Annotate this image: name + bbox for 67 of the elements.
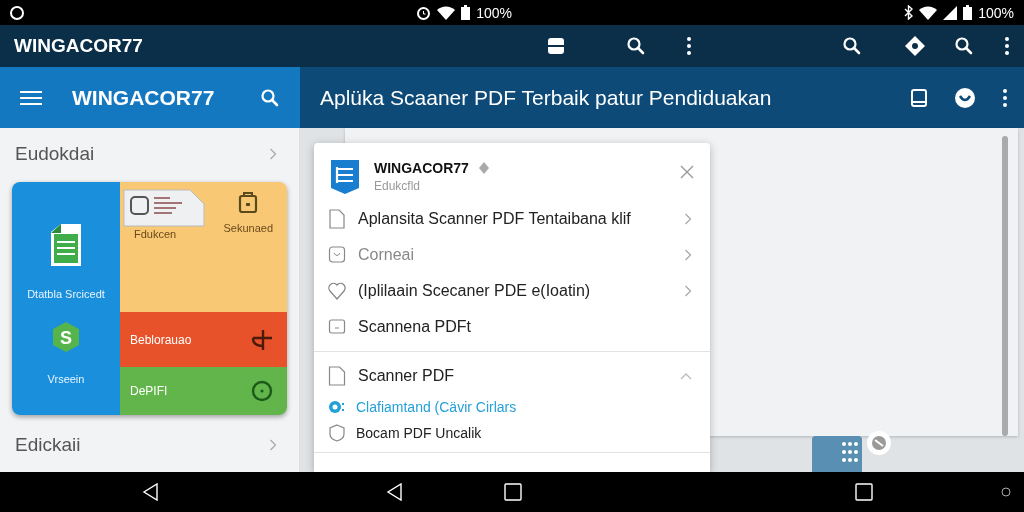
dialog-subtitle: Edukcfld: [374, 178, 422, 193]
alarm-icon: [416, 5, 432, 20]
card-icon[interactable]: [546, 36, 566, 56]
tile[interactable]: Fdukcen Sekunaed: [120, 182, 287, 312]
battery-icon: [461, 5, 471, 20]
menu-item[interactable]: Aplansita Scanner PDF Tentaibana klif: [314, 201, 710, 237]
shield-icon: [328, 424, 346, 442]
section-header[interactable]: Scanner PDF: [314, 358, 710, 394]
more-icon[interactable]: [1002, 87, 1008, 108]
tile-label: Vrseein: [47, 372, 85, 385]
more-icon[interactable]: [1004, 36, 1010, 56]
tile-label: Beblorauao: [130, 332, 192, 347]
dollar-icon: S: [51, 320, 81, 353]
signal-icon: [943, 5, 958, 20]
chevron-icon: [684, 213, 692, 225]
chevron-icon: [269, 148, 277, 160]
page-title: Aplüka Scaaner PDF Terbaik patur Pendiduakan: [320, 85, 773, 110]
scrollbar[interactable]: [1002, 136, 1008, 436]
diamond-icon[interactable]: [904, 35, 926, 57]
document-icon: [328, 209, 346, 229]
menu-icon[interactable]: [20, 89, 42, 106]
overview-icon[interactable]: [855, 483, 873, 501]
search-icon[interactable]: [842, 36, 862, 56]
battery-reading: 100%: [476, 4, 512, 21]
chevron-icon: [269, 439, 277, 451]
back-icon[interactable]: [386, 483, 404, 501]
home-icon[interactable]: [1001, 487, 1011, 497]
tile-label: Fdukcen: [134, 228, 177, 240]
back-icon[interactable]: [142, 483, 160, 501]
tile-label: DePIFI: [130, 384, 168, 398]
sidebar-item[interactable]: Eudokdai: [12, 130, 287, 178]
document-icon: [328, 366, 346, 386]
menu-item[interactable]: (Iplilaain Scecaner PDE e(Ioatin): [314, 273, 710, 309]
submenu-item[interactable]: Bocam PDF Uncalik: [314, 420, 710, 446]
toggle-icon: [328, 400, 346, 414]
folder-icon: [238, 192, 259, 214]
battery-reading: 100%: [978, 4, 1014, 21]
wifi-icon: [437, 5, 456, 20]
app-title: WINGACOR77: [14, 35, 143, 57]
clock-icon: [251, 380, 273, 402]
drawer-title: WINGACOR77: [72, 85, 216, 110]
book-icon[interactable]: [910, 87, 928, 108]
menu-item[interactable]: Scannena PDFt: [314, 309, 710, 345]
app-icon: [10, 5, 24, 20]
sidebar-item[interactable]: Edickaii: [12, 421, 287, 469]
document-icon: [49, 222, 83, 269]
heart-icon: [328, 281, 346, 301]
overview-icon[interactable]: [504, 483, 522, 501]
dialog-title: WINGACOR77: [374, 159, 469, 176]
tile[interactable]: Beblorauao: [120, 312, 287, 367]
tile-label: Dtatbla Srcicedt: [27, 288, 105, 301]
chevron-icon: [684, 285, 692, 297]
more-icon[interactable]: [686, 36, 692, 56]
profile-badge-icon[interactable]: [954, 86, 976, 109]
caret-icon: [680, 372, 692, 380]
tile-label: Sekunaed: [223, 222, 273, 234]
document-app-icon: [328, 157, 362, 195]
close-icon[interactable]: [680, 165, 694, 179]
search-icon[interactable]: [626, 36, 646, 56]
bluetooth-icon: [904, 5, 914, 20]
battery-icon: [963, 5, 973, 20]
search-icon[interactable]: [954, 36, 974, 56]
wifi-icon: [919, 5, 938, 20]
chevron-icon: [684, 249, 692, 261]
diamond-icon: [478, 161, 489, 174]
plus-icon: [251, 328, 273, 351]
grid-icon[interactable]: [812, 436, 862, 472]
